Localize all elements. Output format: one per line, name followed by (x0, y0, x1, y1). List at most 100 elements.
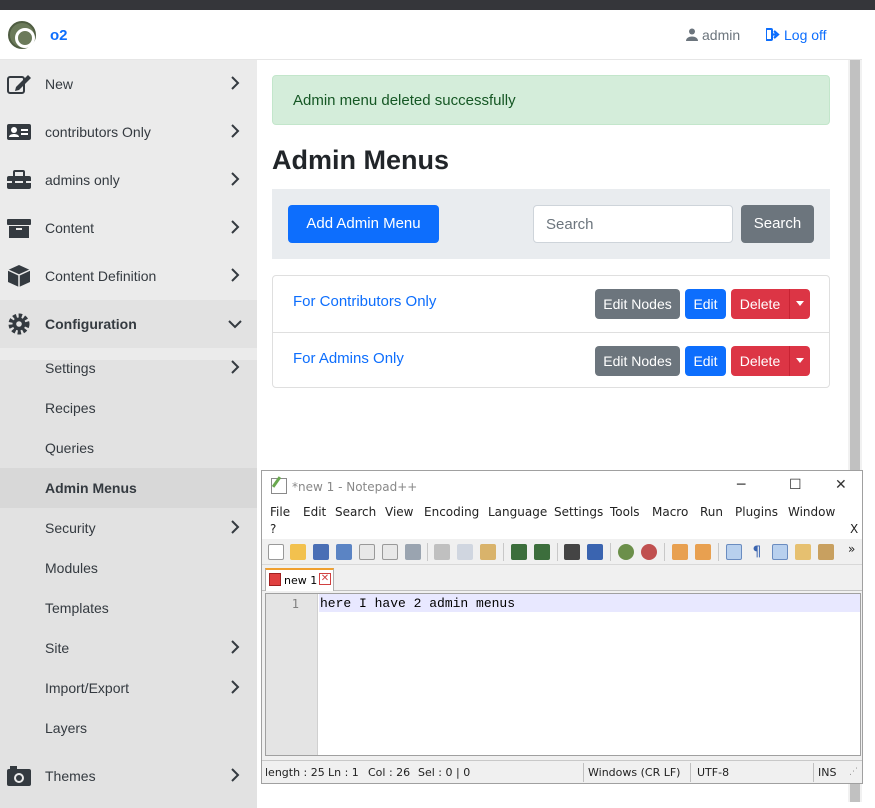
resize-grip-icon[interactable]: ⋰ (849, 767, 858, 777)
chevron-right-icon (231, 360, 240, 374)
sidebar-item-new[interactable]: New (0, 60, 257, 108)
status-insert-mode[interactable]: INS (818, 766, 836, 779)
edit-icon (7, 75, 31, 94)
sidebar-item-themes[interactable]: Themes (0, 752, 257, 800)
paste-icon[interactable] (480, 544, 496, 560)
status-eol[interactable]: Windows (CR LF) (588, 766, 680, 779)
status-encoding[interactable]: UTF-8 (697, 766, 729, 779)
tab-close-icon[interactable]: ✕ (319, 573, 331, 585)
menu-edit[interactable]: Edit (303, 505, 326, 519)
tab-new-1[interactable]: new 1 ✕ (265, 568, 334, 591)
show-all-chars-icon[interactable]: ¶ (749, 544, 765, 560)
delete-button[interactable]: Delete (731, 289, 789, 319)
notepad-app-icon (271, 478, 287, 494)
zoom-in-icon[interactable] (618, 544, 634, 560)
edit-nodes-button[interactable]: Edit Nodes (595, 346, 680, 376)
admin-menu-link[interactable]: For Contributors Only (293, 293, 436, 310)
word-wrap-icon[interactable] (726, 544, 742, 560)
sidebar-sub-layers[interactable]: Layers (0, 708, 257, 748)
browser-top-strip (0, 0, 875, 10)
minimize-icon[interactable]: ─ (737, 477, 745, 493)
save-icon[interactable] (313, 544, 329, 560)
delete-dropdown-toggle[interactable] (789, 289, 810, 319)
menu-tools[interactable]: Tools (610, 505, 640, 519)
find-icon[interactable] (564, 544, 580, 560)
save-all-icon[interactable] (336, 544, 352, 560)
sidebar-sub-queries[interactable]: Queries (0, 428, 257, 468)
sidebar-item-configuration[interactable]: Configuration (0, 300, 257, 348)
site-logo-icon[interactable] (8, 21, 36, 49)
brand-link[interactable]: o2 (50, 27, 68, 44)
cube-icon (7, 265, 31, 287)
search-button[interactable]: Search (741, 205, 814, 243)
list-item: For Contributors Only Edit Nodes Edit De… (273, 276, 829, 332)
sidebar-sub-settings[interactable]: Settings (0, 348, 257, 388)
line-number: 1 (291, 597, 299, 611)
zoom-out-icon[interactable] (641, 544, 657, 560)
notepad-editor[interactable]: 1 here I have 2 admin menus (265, 593, 861, 756)
menu-encoding[interactable]: Encoding (424, 505, 479, 519)
sidebar-sub-templates[interactable]: Templates (0, 588, 257, 628)
doc-map-icon[interactable] (795, 544, 811, 560)
close-icon[interactable]: ✕ (835, 477, 847, 493)
search-input[interactable]: Search (533, 205, 733, 243)
id-card-icon (7, 124, 31, 140)
menu-window[interactable]: Window (788, 505, 835, 519)
admin-menu-link[interactable]: For Admins Only (293, 350, 404, 367)
delete-button[interactable]: Delete (731, 346, 789, 376)
maximize-icon[interactable]: ☐ (789, 477, 802, 493)
redo-icon[interactable] (534, 544, 550, 560)
sidebar-sub-recipes[interactable]: Recipes (0, 388, 257, 428)
undo-icon[interactable] (511, 544, 527, 560)
copy-icon[interactable] (457, 544, 473, 560)
menu-plugins[interactable]: Plugins (735, 505, 778, 519)
print-icon[interactable] (405, 544, 421, 560)
unsaved-file-icon (269, 573, 281, 586)
toolbar-separator (718, 543, 719, 561)
user-menu[interactable]: admin (686, 27, 740, 43)
menu-help[interactable]: ? (270, 522, 276, 536)
menu-file[interactable]: File (270, 505, 290, 519)
sidebar-item-label: Queries (45, 440, 95, 456)
indent-guide-icon[interactable] (772, 544, 788, 560)
sidebar-item-admins-only[interactable]: admins only (0, 156, 257, 204)
page-title: Admin Menus (272, 145, 450, 175)
notepad-titlebar[interactable]: *new 1 - Notepad++ ─ ☐ ✕ (262, 471, 862, 501)
sidebar-sub-modules[interactable]: Modules (0, 548, 257, 588)
menu-search[interactable]: Search (335, 505, 376, 519)
new-file-icon[interactable] (268, 544, 284, 560)
cut-icon[interactable] (434, 544, 450, 560)
menu-settings[interactable]: Settings (554, 505, 603, 519)
sidebar-item-content-definition[interactable]: Content Definition (0, 252, 257, 300)
delete-dropdown-toggle[interactable] (789, 346, 810, 376)
top-navbar: o2 admin Log off (0, 10, 862, 60)
sidebar-sub-site[interactable]: Site (0, 628, 257, 668)
edit-button[interactable]: Edit (685, 289, 726, 319)
open-file-icon[interactable] (290, 544, 306, 560)
sidebar-sub-admin-menus[interactable]: Admin Menus (0, 468, 257, 508)
notepad-toolbar: ¶ » (262, 539, 862, 565)
toolbar-overflow-icon[interactable]: » (848, 542, 855, 556)
sync-vertical-icon[interactable] (672, 544, 688, 560)
sidebar-sub-security[interactable]: Security (0, 508, 257, 548)
edit-nodes-button[interactable]: Edit Nodes (595, 289, 680, 319)
chevron-right-icon (231, 124, 240, 138)
logoff-link[interactable]: Log off (766, 27, 827, 43)
current-line[interactable]: here I have 2 admin menus (319, 594, 860, 612)
function-list-icon[interactable] (818, 544, 834, 560)
replace-icon[interactable] (587, 544, 603, 560)
add-admin-menu-button[interactable]: Add Admin Menu (288, 205, 439, 243)
close-file-icon[interactable] (359, 544, 375, 560)
chevron-right-icon (231, 768, 240, 782)
close-all-icon[interactable] (382, 544, 398, 560)
menu-view[interactable]: View (385, 505, 413, 519)
sync-horizontal-icon[interactable] (695, 544, 711, 560)
edit-button[interactable]: Edit (685, 346, 726, 376)
sidebar-sub-import-export[interactable]: Import/Export (0, 668, 257, 708)
menu-close-doc[interactable]: X (850, 522, 858, 536)
sidebar-item-contributors-only[interactable]: contributors Only (0, 108, 257, 156)
menu-language[interactable]: Language (488, 505, 547, 519)
menu-macro[interactable]: Macro (652, 505, 688, 519)
menu-run[interactable]: Run (700, 505, 723, 519)
sidebar-item-content[interactable]: Content (0, 204, 257, 252)
